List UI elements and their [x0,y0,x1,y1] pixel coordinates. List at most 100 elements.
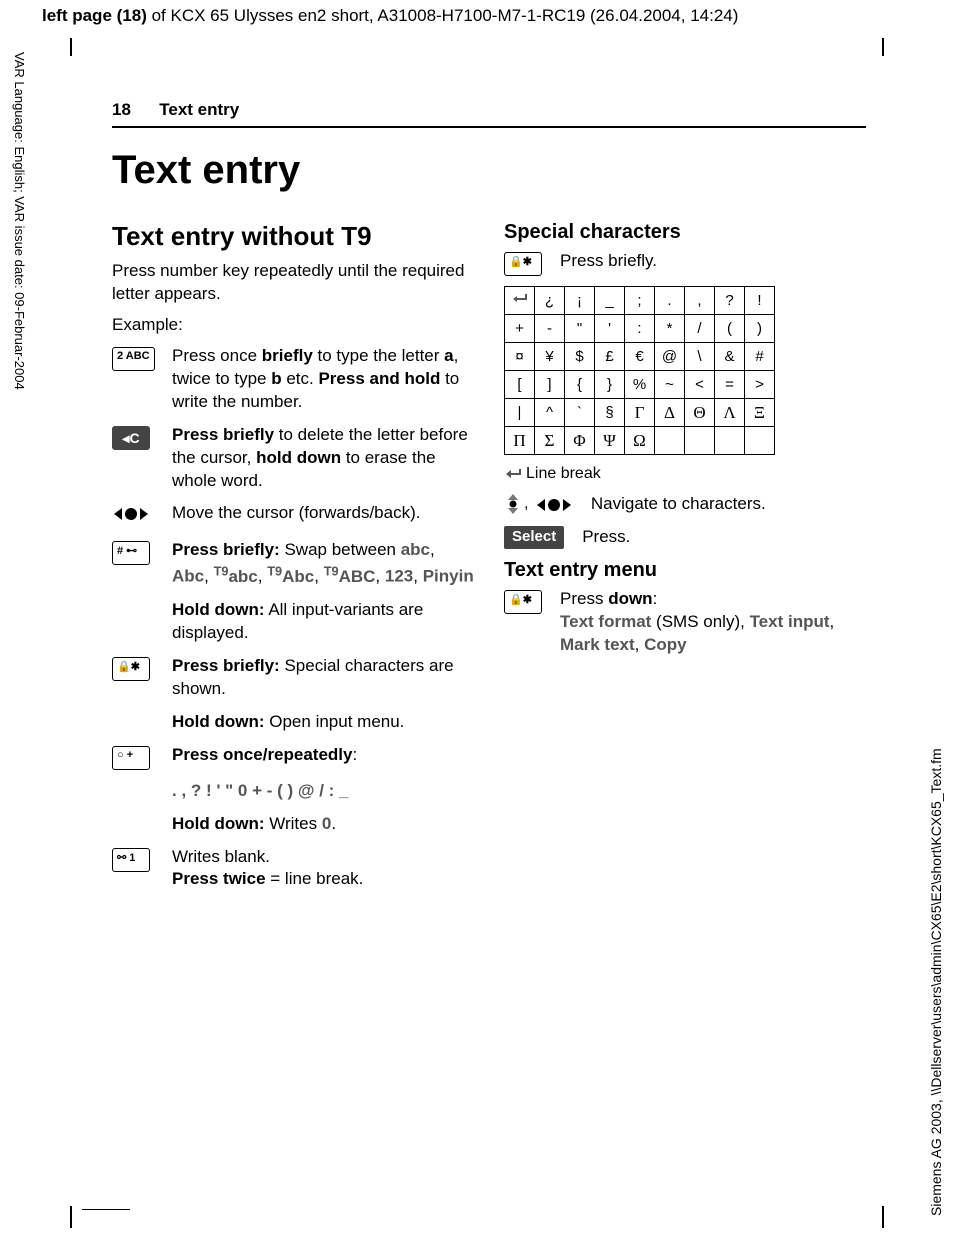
key-description: . , ? ! ' " 0 + - ( ) @ / : _ [172,780,474,803]
char-cell: § [595,399,625,427]
header-bold: left page (18) [42,6,147,25]
key-rows: 2 ABC Press once briefly to type the lett… [112,345,474,892]
char-cell: ! [745,287,775,315]
keycap-icon: ⚯ 1 [112,848,150,872]
char-cell: . [655,287,685,315]
char-cell: / [685,315,715,343]
char-cell: # [745,343,775,371]
keycap-icon: ○ + [112,746,150,770]
clear-key-icon: ◂C [112,426,150,450]
char-cell [745,427,775,455]
key-row: ◂C Press briefly to delete the letter bef… [112,424,474,493]
running-head: 18 Text entry [112,100,866,120]
page-title: Text entry [112,148,866,193]
key-description: Hold down: All input-variants are displa… [172,599,474,645]
crop-mark [82,1209,130,1210]
char-cell: - [535,315,565,343]
char-cell: Λ [715,399,745,427]
intro-text: Press number key repeatedly until the re… [112,260,474,306]
nav-left-right-icon [112,504,150,524]
columns: Text entry without T9 Press number key r… [112,221,866,901]
special-char-table: ¿¡_;.,?!+-"':*/()¤¥$£€@\&#[]{}%~<=>|^`§Γ… [504,286,775,455]
crop-mark [882,38,884,56]
menu-desc: Press down: Text format (SMS only), Text… [560,588,866,657]
char-cell: = [715,371,745,399]
char-cell: _ [595,287,625,315]
char-cell: > [745,371,775,399]
char-cell: * [655,315,685,343]
char-cell: ' [595,315,625,343]
column-left: Text entry without T9 Press number key r… [112,221,474,901]
key-description: Hold down: Writes 0. [172,813,474,836]
char-cell: Π [505,427,535,455]
key-description: Press once briefly to type the letter a,… [172,345,474,414]
char-cell: ¤ [505,343,535,371]
document-header: left page (18) of KCX 65 Ulysses en2 sho… [42,6,924,26]
char-cell: + [505,315,535,343]
char-cell: { [565,371,595,399]
up-down-icon [504,493,522,515]
key-description: Writes blank.Press twice = line break. [172,846,474,892]
char-cell: Ω [625,427,655,455]
select-softkey: Select [504,526,564,549]
char-cell [505,287,535,315]
char-cell: ¥ [535,343,565,371]
char-cell: } [595,371,625,399]
key-description: Hold down: Open input menu. [172,711,474,734]
char-cell [655,427,685,455]
char-cell: ¡ [565,287,595,315]
star-key-icon: 🔒✱ [504,252,542,276]
side-text-right: Siemens AG 2003, \\Dellserver\users\admi… [928,576,944,1216]
line-break-label: Line break [526,465,601,483]
char-cell: ¿ [535,287,565,315]
key-row: Hold down: All input-variants are displa… [112,599,474,645]
comma: , [524,495,533,513]
char-cell: [ [505,371,535,399]
char-cell: ~ [655,371,685,399]
example-label: Example: [112,314,474,337]
h2-without-t9: Text entry without T9 [112,221,474,252]
header-rest: of KCX 65 Ulysses en2 short, A31008-H710… [147,6,739,25]
char-cell: £ [595,343,625,371]
key-description: Press briefly: Special characters are sh… [172,655,474,701]
char-cell: , [685,287,715,315]
running-title: Text entry [159,100,239,119]
key-row: . , ? ! ' " 0 + - ( ) @ / : _ [112,780,474,803]
nav-icons-group: , [504,493,573,516]
crop-mark [882,1206,884,1228]
column-right: Special characters 🔒✱ Press briefly. ¿¡_… [504,221,866,901]
star-key-icon: 🔒✱ [504,590,542,614]
char-cell: ] [535,371,565,399]
select-row: Select Press. [504,526,866,549]
return-icon [504,465,522,483]
char-cell: ? [715,287,745,315]
press-briefly-text: Press briefly. [560,250,866,276]
char-cell: Δ [655,399,685,427]
side-text-left: VAR Language: English; VAR issue date: 0… [12,52,27,390]
keycap-icon: 2 ABC [112,347,155,371]
char-cell: Ψ [595,427,625,455]
char-cell: Φ [565,427,595,455]
char-cell: Γ [625,399,655,427]
char-cell: € [625,343,655,371]
char-cell: \ [685,343,715,371]
select-press-text: Press. [582,526,866,549]
key-row: Hold down: Open input menu. [112,711,474,734]
row-star-brief: 🔒✱ Press briefly. [504,250,866,276]
key-row: 2 ABC Press once briefly to type the lett… [112,345,474,414]
h3-special-chars: Special characters [504,221,866,244]
key-description: Press briefly: Swap between abc, Abc, T9… [172,539,474,589]
keycap-icon: # ⊷ [112,541,150,565]
char-cell: Θ [685,399,715,427]
char-cell: % [625,371,655,399]
char-cell: ` [565,399,595,427]
char-cell: | [505,399,535,427]
key-description: Move the cursor (forwards/back). [172,502,474,529]
left-right-icon [535,495,573,515]
key-description: Press briefly to delete the letter befor… [172,424,474,493]
key-row: Move the cursor (forwards/back). [112,502,474,529]
key-row: ○ + Press once/repeatedly: [112,744,474,770]
divider [112,126,866,128]
key-description: Press once/repeatedly: [172,744,474,770]
char-cell: Σ [535,427,565,455]
